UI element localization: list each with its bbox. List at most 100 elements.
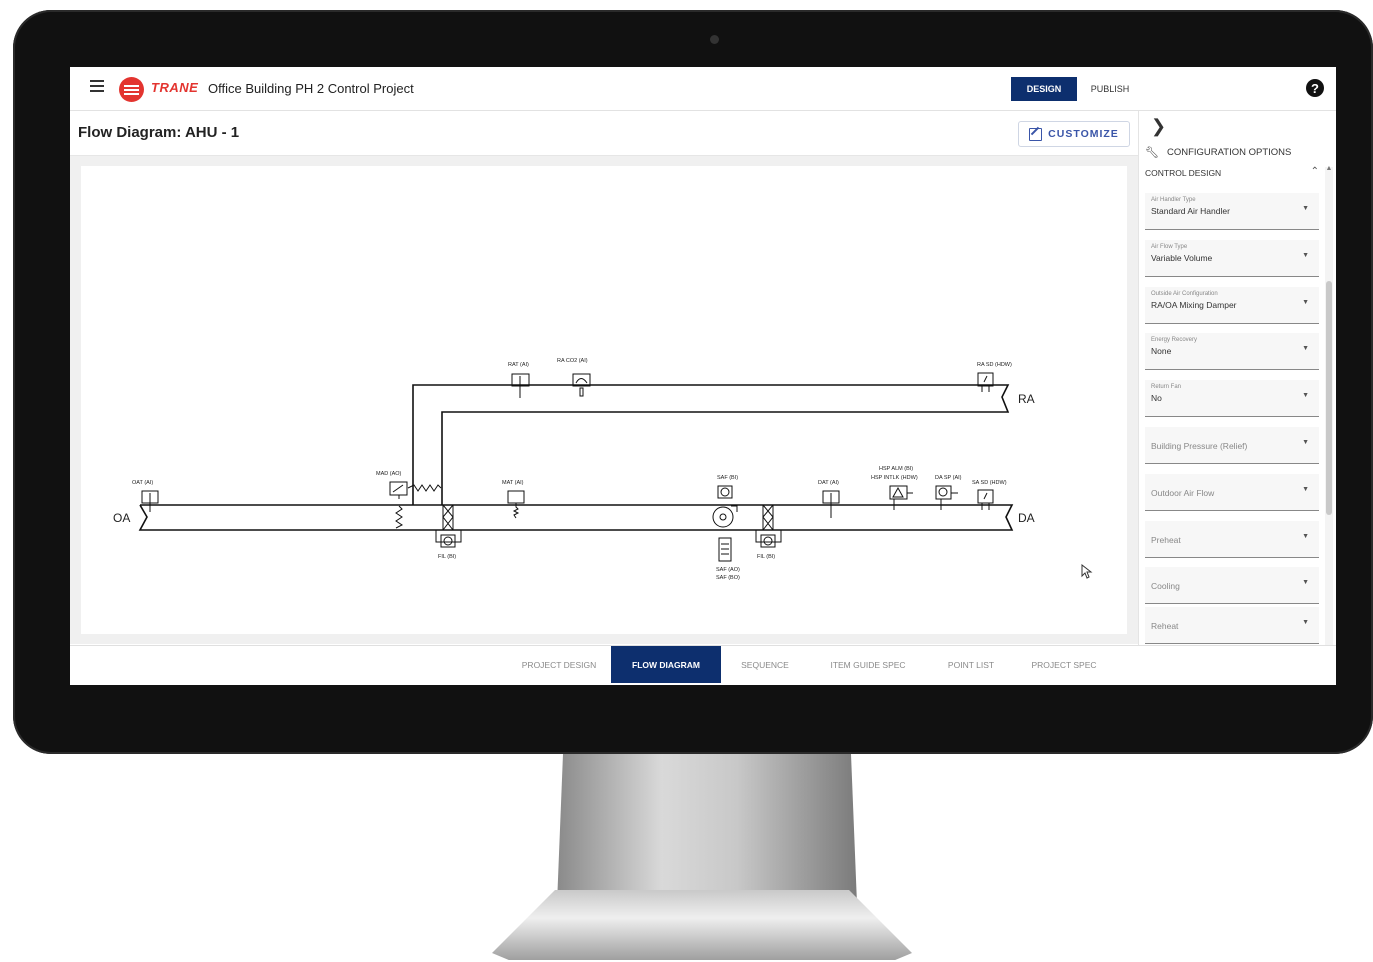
help-icon[interactable]: ? [1306,79,1324,97]
mat-sensor-icon [507,490,525,504]
sa-sd-label: SA SD (HDW) [972,480,1007,486]
air-handler-type-select[interactable]: Air Handler Type Standard Air Handler ▼ [1145,193,1319,230]
control-design-section[interactable]: CONTROL DESIGN ⌃ [1145,166,1319,178]
field-value: No [1151,393,1162,403]
caret-down-icon: ▼ [1302,439,1309,446]
da-label: DA [1018,511,1035,525]
flow-diagram-canvas[interactable]: RAT (AI) RA CO2 (AI) RA SD (HDW) OAT (AI… [81,166,1127,634]
app-screen: TRANE Office Building PH 2 Control Proje… [70,67,1336,685]
energy-recovery-select[interactable]: Energy Recovery None ▼ [1145,333,1319,370]
page-header: Flow Diagram: AHU - 1 CUSTOMIZE [70,111,1138,156]
cooling-select[interactable]: Cooling ▼ [1145,567,1319,604]
ra-label: RA [1018,392,1035,406]
caret-down-icon: ▼ [1302,486,1309,493]
supply-duct [138,504,1014,531]
rat-label: RAT (AI) [508,362,529,368]
tab-item-guide-spec[interactable]: ITEM GUIDE SPEC [818,646,918,683]
field-placeholder: Cooling [1151,581,1180,591]
caret-down-icon: ▼ [1302,205,1309,212]
building-pressure-select[interactable]: Building Pressure (Relief) ▼ [1145,427,1319,464]
camera-icon [710,35,719,44]
page-title: Flow Diagram: AHU - 1 [78,124,240,141]
top-bar: TRANE Office Building PH 2 Control Proje… [70,67,1336,111]
field-label: Return Fan [1151,384,1182,390]
return-duct [412,384,1010,505]
oat-label: OAT (AI) [132,480,153,486]
mat-label: MAT (AI) [502,480,524,486]
field-label: Energy Recovery [1151,337,1198,343]
da-sp-label: DA SP (AI) [935,475,962,481]
field-placeholder: Reheat [1151,621,1179,631]
caret-down-icon: ▼ [1302,579,1309,586]
field-placeholder: Preheat [1151,535,1181,545]
field-value: RA/OA Mixing Damper [1151,300,1237,310]
chevron-right-icon[interactable]: ❯ [1151,116,1166,137]
section-title: CONTROL DESIGN [1145,168,1222,178]
ra-sd-label: RA SD (HDW) [977,362,1012,368]
publish-button[interactable]: PUBLISH [1084,77,1136,101]
outside-air-configuration-select[interactable]: Outside Air Configuration RA/OA Mixing D… [1145,287,1319,324]
diagram-area: RAT (AI) RA CO2 (AI) RA SD (HDW) OAT (AI… [70,156,1138,644]
filter-1-label: FIL (BI) [438,554,456,560]
mad-label: MAD (AO) [376,471,402,477]
return-fan-select[interactable]: Return Fan No ▼ [1145,380,1319,417]
field-placeholder: Outdoor Air Flow [1151,488,1215,498]
field-value: Variable Volume [1151,253,1213,263]
tab-project-spec[interactable]: PROJECT SPEC [1022,646,1106,683]
chevron-up-icon[interactable]: ⌃ [1311,166,1319,177]
caret-down-icon: ▼ [1302,392,1309,399]
monitor-base [492,890,912,960]
field-value: None [1151,346,1172,356]
scroll-up-icon[interactable]: ▲ [1325,165,1333,172]
bottom-tab-bar: PROJECT DESIGN FLOW DIAGRAM SEQUENCE ITE… [70,645,1336,685]
caret-down-icon: ▼ [1302,252,1309,259]
configuration-panel: ❯ 🔧︎ CONFIGURATION OPTIONS CONTROL DESIG… [1138,111,1336,645]
caret-down-icon: ▼ [1302,345,1309,352]
reheat-select[interactable]: Reheat ▼ [1145,607,1319,644]
saf-ao-label: SAF (AO) [716,567,740,573]
configuration-title: CONFIGURATION OPTIONS [1166,147,1292,158]
cursor-icon [1081,564,1093,579]
edit-icon [1029,127,1043,141]
project-title: Office Building PH 2 Control Project [208,81,414,96]
customize-label: CUSTOMIZE [1048,128,1119,140]
preheat-select[interactable]: Preheat ▼ [1145,521,1319,558]
tab-project-design[interactable]: PROJECT DESIGN [510,646,608,683]
saf-bo-label: SAF (BO) [716,575,740,581]
oa-label: OA [113,511,130,525]
dat-label: DAT (AI) [818,480,839,486]
hsp-intlk-label: HSP INTLK (HDW) [871,475,918,481]
filter-2-icon [762,504,774,531]
scroll-thumb[interactable] [1326,281,1332,515]
wrench-icon: 🔧︎ [1145,147,1159,159]
customize-button[interactable]: CUSTOMIZE [1018,121,1130,147]
logo-text: TRANE [151,80,199,95]
tab-sequence[interactable]: SEQUENCE [730,646,800,683]
configuration-header: 🔧︎ CONFIGURATION OPTIONS [1145,146,1291,159]
filter-1-icon [442,504,454,531]
tab-flow-diagram[interactable]: FLOW DIAGRAM [611,646,721,683]
monitor-stand [557,754,857,904]
filter-2-label: FIL (BI) [757,554,775,560]
ahu-flow-diagram: RAT (AI) RA CO2 (AI) RA SD (HDW) OAT (AI… [113,358,1035,581]
hsp-alm-label: HSP ALM (BI) [879,466,913,472]
outdoor-air-flow-select[interactable]: Outdoor Air Flow ▼ [1145,474,1319,511]
caret-down-icon: ▼ [1302,299,1309,306]
menu-icon[interactable] [90,80,104,94]
saf-bi-label: SAF (BI) [717,475,738,481]
air-flow-type-select[interactable]: Air Flow Type Variable Volume ▼ [1145,240,1319,277]
field-placeholder: Building Pressure (Relief) [1151,441,1248,451]
supply-fan-icon [712,506,734,528]
caret-down-icon: ▼ [1302,619,1309,626]
field-value: Standard Air Handler [1151,206,1230,216]
design-button[interactable]: DESIGN [1011,77,1077,101]
caret-down-icon: ▼ [1302,533,1309,540]
field-label: Air Handler Type [1151,197,1196,203]
trane-logo-icon [119,77,144,102]
field-label: Air Flow Type [1151,244,1188,250]
panel-scrollbar[interactable]: ▲ [1325,165,1333,645]
oa-damper-icon [395,495,403,529]
tab-point-list[interactable]: POINT LIST [936,646,1006,683]
ra-co2-label: RA CO2 (AI) [557,358,588,364]
field-label: Outside Air Configuration [1151,291,1218,297]
